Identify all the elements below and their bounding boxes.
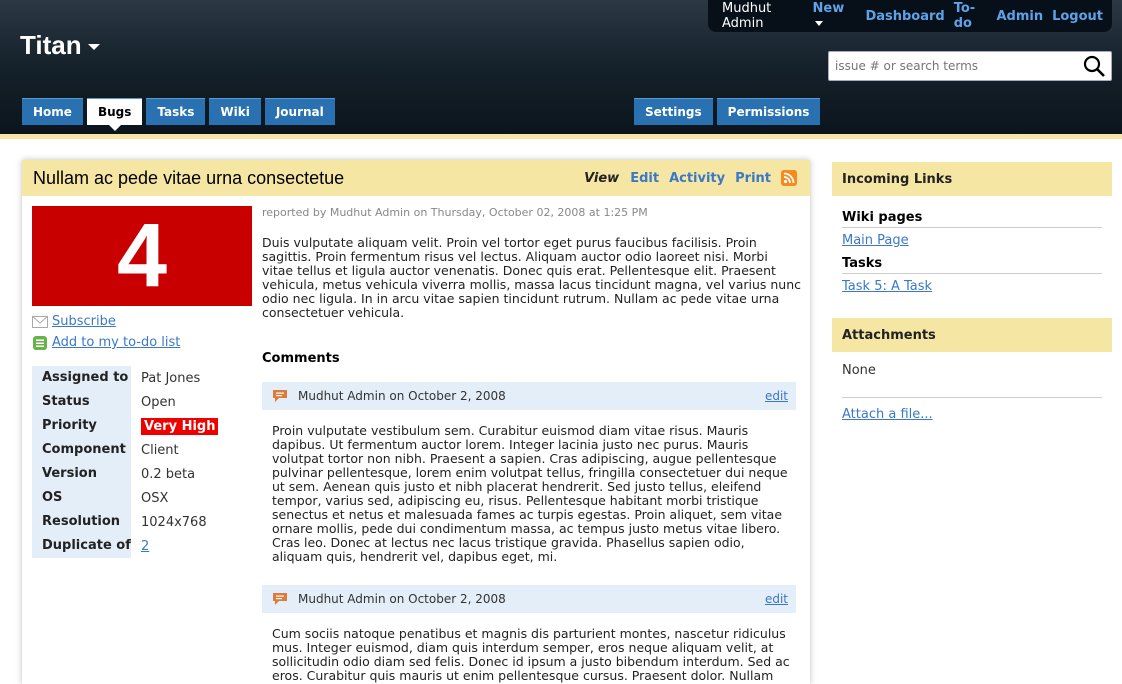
activity-link[interactable]: Activity bbox=[669, 171, 725, 186]
prop-value: OSX bbox=[141, 490, 169, 506]
todo-list-icon bbox=[33, 335, 47, 350]
envelope-icon bbox=[32, 315, 48, 328]
issue-number: 4 bbox=[32, 206, 252, 306]
divider bbox=[842, 397, 1102, 398]
print-link[interactable]: Print bbox=[735, 171, 771, 186]
comment-body: Proin vulputate vestibulum sem. Curabitu… bbox=[272, 423, 788, 564]
main-tabs: Home Bugs Tasks Wiki Journal bbox=[22, 98, 339, 131]
issue-description: Duis vulputate aliquam velit. Proin vel … bbox=[262, 235, 802, 320]
priority-badge: Very High bbox=[141, 417, 219, 435]
tab-wiki[interactable]: Wiki bbox=[209, 98, 261, 125]
subscribe-action[interactable]: Subscribe bbox=[32, 314, 116, 329]
attach-file-link[interactable]: Attach a file... bbox=[842, 407, 933, 422]
prop-row: Resolution 1024x768 bbox=[32, 510, 252, 534]
prop-value: 1024x768 bbox=[141, 514, 207, 530]
prop-row: Version 0.2 beta bbox=[32, 462, 252, 486]
project-switcher[interactable]: Titan bbox=[20, 30, 100, 61]
prop-value: 0.2 beta bbox=[141, 466, 196, 482]
nav-logout[interactable]: Logout bbox=[1052, 9, 1103, 24]
admin-tabs: Settings Permissions bbox=[634, 98, 824, 125]
attachments-heading: Attachments bbox=[832, 318, 1112, 352]
comment-icon bbox=[273, 390, 287, 402]
project-name: Titan bbox=[20, 30, 82, 60]
search-box bbox=[828, 51, 1112, 81]
view-label: View bbox=[584, 170, 620, 186]
prop-row: Assigned to Pat Jones bbox=[32, 366, 252, 390]
issue-properties: Assigned to Pat Jones Status Open Priority… bbox=[32, 366, 252, 558]
chevron-down-icon bbox=[87, 44, 100, 51]
prop-row: Duplicate of 2 bbox=[32, 534, 252, 558]
prop-key: OS bbox=[32, 486, 131, 510]
wiki-page-link[interactable]: Main Page bbox=[842, 233, 909, 248]
tab-bugs[interactable]: Bugs bbox=[86, 98, 143, 131]
comment-header: Mudhut Admin on October 2, 2008 edit bbox=[262, 585, 796, 613]
tab-tasks[interactable]: Tasks bbox=[146, 98, 206, 125]
prop-row: Component Client bbox=[32, 438, 252, 462]
prop-key: Status bbox=[32, 390, 131, 414]
comment-icon bbox=[273, 593, 287, 605]
tab-journal[interactable]: Journal bbox=[264, 98, 335, 125]
comment-edit-link[interactable]: edit bbox=[765, 592, 788, 606]
chevron-down-icon bbox=[814, 21, 823, 26]
nav-new[interactable]: New bbox=[813, 1, 857, 31]
prop-key: Version bbox=[32, 462, 131, 486]
tab-settings[interactable]: Settings bbox=[634, 98, 713, 125]
comment-author: Mudhut Admin on October 2, 2008 bbox=[298, 592, 506, 606]
issue-titlebar: Nullam ac pede vitae urna consectetue Vi… bbox=[22, 160, 810, 196]
search-input[interactable] bbox=[829, 52, 1069, 80]
comment-header: Mudhut Admin on October 2, 2008 edit bbox=[262, 382, 796, 410]
user-nav: Mudhut Admin New Dashboard To-do Admin L… bbox=[708, 0, 1112, 32]
nav-admin[interactable]: Admin bbox=[996, 9, 1043, 24]
search-icon[interactable] bbox=[1083, 55, 1105, 77]
prop-key: Priority bbox=[32, 414, 131, 438]
reported-by: reported by Mudhut Admin on Thursday, Oc… bbox=[262, 206, 648, 219]
prop-value: Client bbox=[141, 442, 179, 458]
comment-author: Mudhut Admin on October 2, 2008 bbox=[298, 389, 506, 403]
comments-heading: Comments bbox=[262, 351, 340, 366]
tasks-heading: Tasks bbox=[842, 256, 1102, 274]
add-todo-action[interactable]: Add to my to-do list bbox=[32, 335, 180, 350]
subscribe-link[interactable]: Subscribe bbox=[52, 314, 116, 329]
app-header: Titan Mudhut Admin New Dashboard To-do A… bbox=[0, 0, 1122, 134]
nav-dashboard[interactable]: Dashboard bbox=[865, 9, 944, 24]
duplicate-of-value: 2 bbox=[131, 539, 149, 554]
prop-key: Component bbox=[32, 438, 131, 462]
nav-todo[interactable]: To-do bbox=[954, 1, 988, 31]
prop-value: Pat Jones bbox=[141, 370, 201, 386]
duplicate-issue-link[interactable]: 2 bbox=[141, 539, 149, 554]
prop-key: Assigned to bbox=[32, 366, 131, 390]
prop-value: Open bbox=[141, 394, 176, 410]
wiki-pages-heading: Wiki pages bbox=[842, 210, 1102, 228]
attachments-none: None bbox=[842, 363, 876, 378]
edit-link[interactable]: Edit bbox=[630, 171, 659, 186]
issue-title: Nullam ac pede vitae urna consectetue bbox=[33, 167, 345, 188]
prop-key: Duplicate of bbox=[32, 534, 131, 558]
comment-edit-link[interactable]: edit bbox=[765, 389, 788, 403]
issue-panel: Nullam ac pede vitae urna consectetue Vi… bbox=[22, 160, 810, 684]
tab-home[interactable]: Home bbox=[22, 98, 83, 125]
incoming-links-heading: Incoming Links bbox=[832, 162, 1112, 196]
user-name: Mudhut Admin bbox=[722, 1, 772, 31]
tab-permissions[interactable]: Permissions bbox=[716, 98, 821, 125]
prop-row: Status Open bbox=[32, 390, 252, 414]
task-link[interactable]: Task 5: A Task bbox=[842, 279, 932, 294]
prop-key: Resolution bbox=[32, 510, 131, 534]
add-todo-link[interactable]: Add to my to-do list bbox=[52, 335, 180, 350]
prop-row: OS OSX bbox=[32, 486, 252, 510]
issue-view-links: View Edit Activity Print bbox=[584, 170, 797, 186]
header-divider bbox=[0, 134, 1122, 139]
rss-icon[interactable] bbox=[781, 170, 797, 186]
prop-row: Priority Very High bbox=[32, 414, 252, 438]
comment-body: Cum sociis natoque penatibus et magnis d… bbox=[272, 626, 790, 683]
